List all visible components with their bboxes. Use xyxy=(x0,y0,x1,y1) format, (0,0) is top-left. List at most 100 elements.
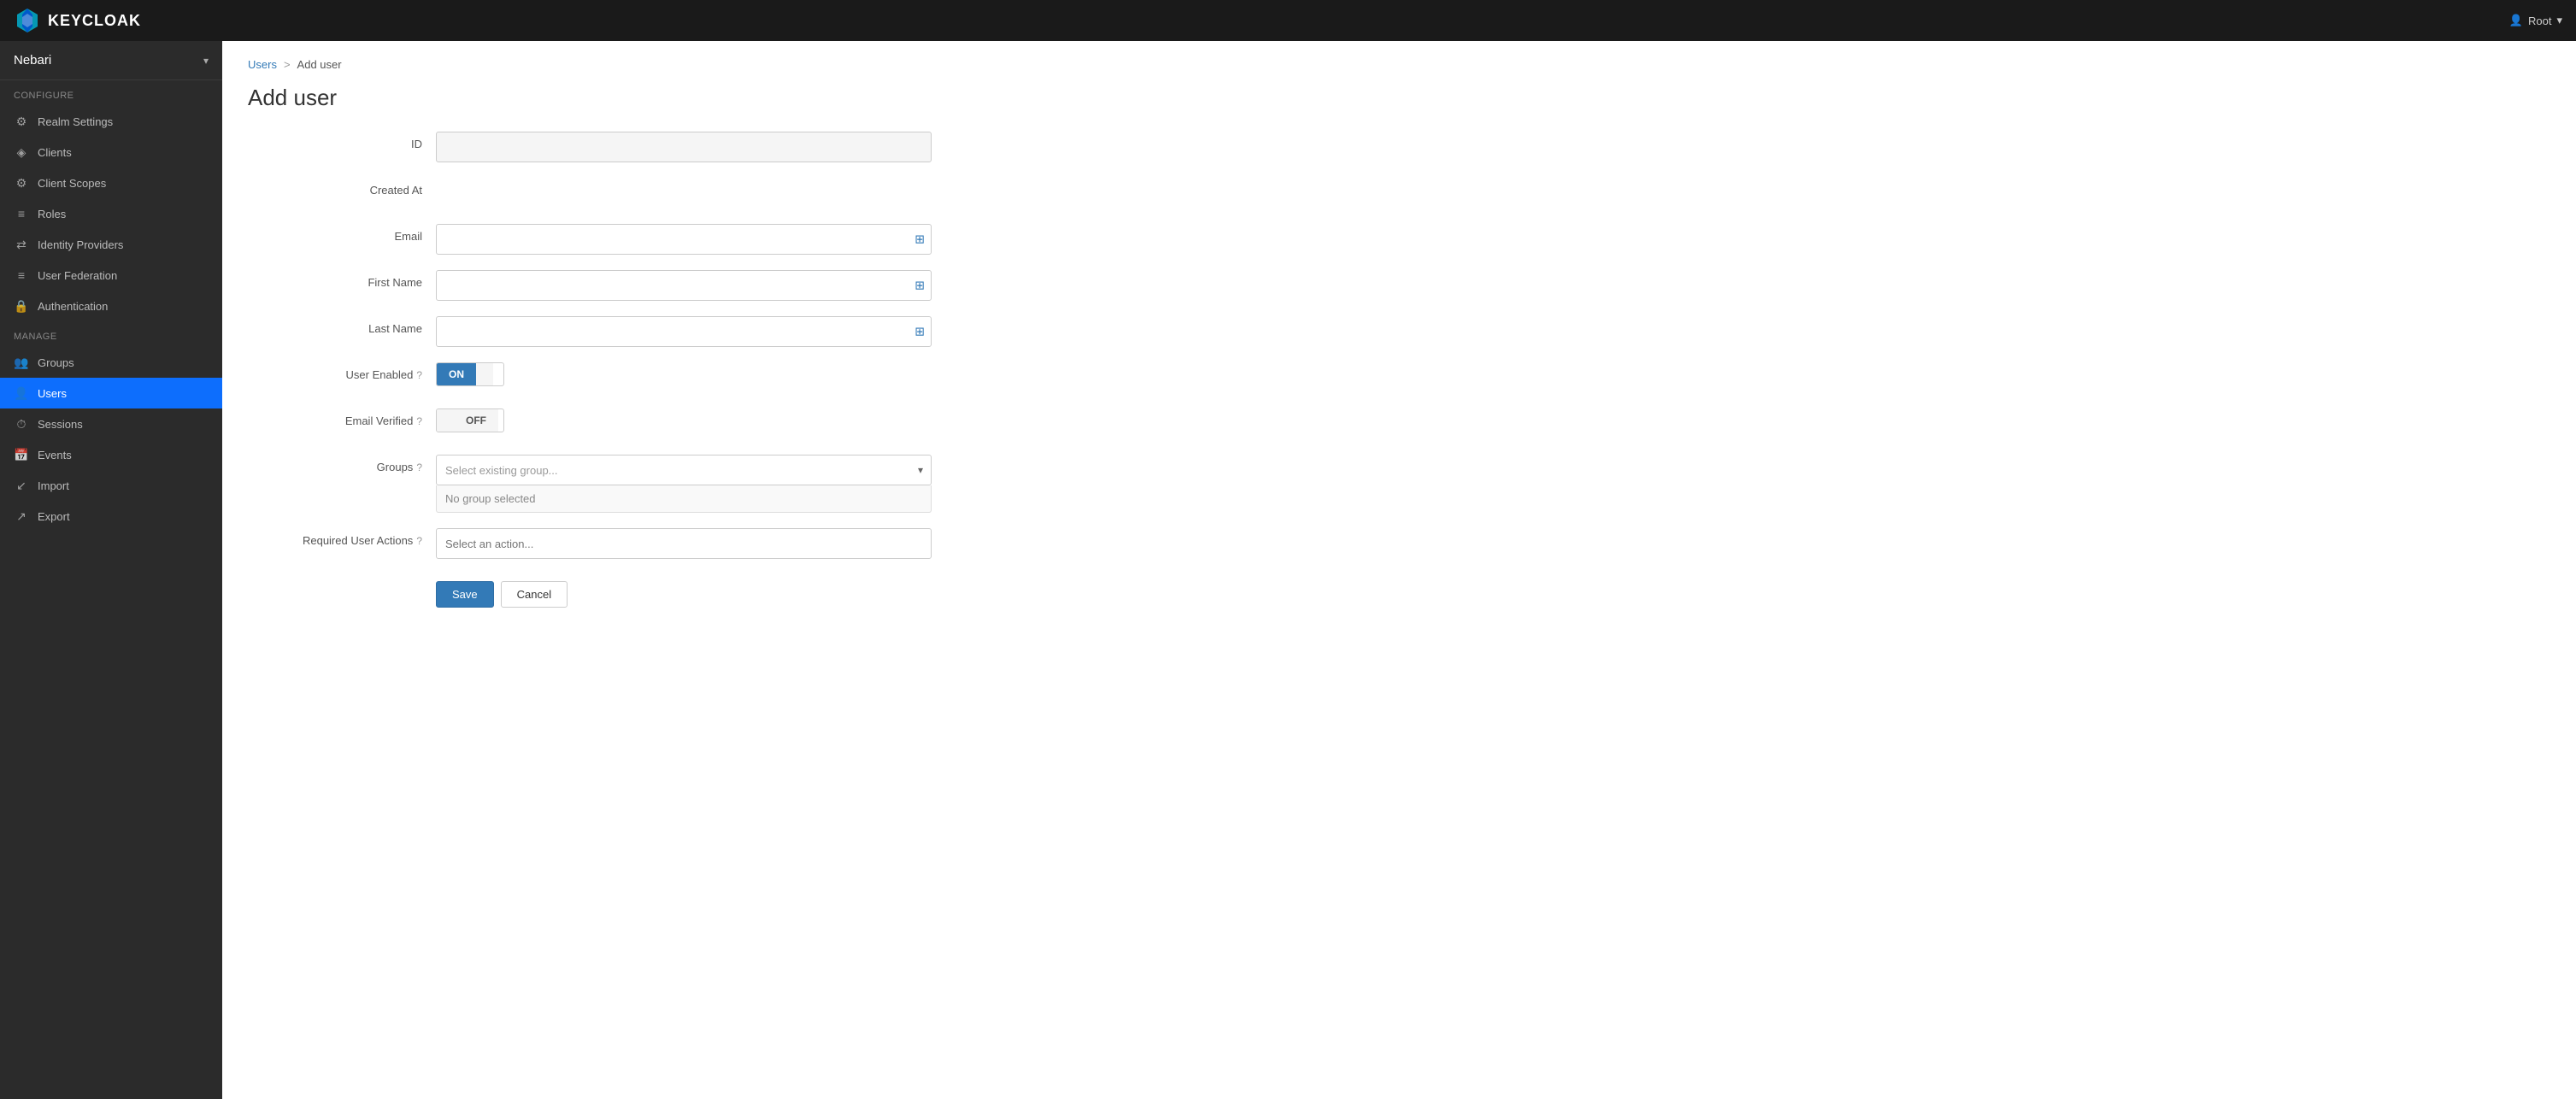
form-row-email-verified: Email Verified ? OFF xyxy=(248,408,932,439)
first-name-edit-icon: ⊞ xyxy=(915,279,925,293)
users-icon: 👤 xyxy=(14,385,29,401)
user-federation-icon: ≡ xyxy=(14,267,29,283)
id-input[interactable] xyxy=(436,132,932,162)
form-row-groups: Groups ? Select existing group... ▾ No g… xyxy=(248,455,932,513)
form-row-buttons: Save Cancel xyxy=(248,574,932,608)
sidebar-item-groups[interactable]: 👥 Groups xyxy=(0,347,222,378)
email-verified-toggle-wrap: OFF xyxy=(436,408,932,432)
sidebar-item-label: Roles xyxy=(38,208,66,220)
import-icon: ↙ xyxy=(14,478,29,493)
breadcrumb-users-link[interactable]: Users xyxy=(248,58,277,71)
sidebar-item-identity-providers[interactable]: ⇄ Identity Providers xyxy=(0,229,222,260)
sidebar-item-label: Import xyxy=(38,479,69,492)
breadcrumb-separator: > xyxy=(284,58,291,71)
user-enabled-toggle[interactable]: ON xyxy=(436,362,504,386)
sidebar: Nebari ▾ Configure ⚙ Realm Settings ◈ Cl… xyxy=(0,41,222,1099)
sidebar-item-users[interactable]: 👤 Users xyxy=(0,378,222,408)
navbar-user-menu[interactable]: 👤 Root ▾ xyxy=(2509,14,2562,27)
toggle-off-side xyxy=(476,363,493,385)
groups-icon: 👥 xyxy=(14,355,29,370)
user-enabled-help-icon[interactable]: ? xyxy=(416,369,422,381)
id-field-wrap xyxy=(436,132,932,162)
required-actions-help-icon[interactable]: ? xyxy=(416,535,422,547)
sidebar-item-import[interactable]: ↙ Import xyxy=(0,470,222,501)
user-enabled-toggle-wrap: ON xyxy=(436,362,932,386)
email-verified-help-icon[interactable]: ? xyxy=(416,415,422,427)
roles-icon: ≡ xyxy=(14,206,29,221)
groups-select[interactable]: Select existing group... xyxy=(436,455,932,485)
toggle-off-button[interactable]: OFF xyxy=(454,409,498,432)
form-row-id: ID xyxy=(248,132,932,162)
configure-section-label: Configure xyxy=(0,80,222,106)
add-user-form: ID Created At Email xyxy=(248,132,932,608)
keycloak-logo-icon xyxy=(14,7,41,34)
created-at-label: Created At xyxy=(248,178,436,197)
required-actions-input[interactable] xyxy=(436,528,932,559)
sidebar-item-realm-settings[interactable]: ⚙ Realm Settings xyxy=(0,106,222,137)
groups-label: Groups ? xyxy=(248,455,436,473)
first-name-input[interactable] xyxy=(436,270,932,301)
realm-name: Nebari xyxy=(14,53,51,68)
save-button[interactable]: Save xyxy=(436,581,494,608)
form-row-required-actions: Required User Actions ? xyxy=(248,528,932,559)
realm-selector[interactable]: Nebari ▾ xyxy=(0,41,222,80)
sidebar-item-label: Users xyxy=(38,387,67,400)
user-enabled-label: User Enabled ? xyxy=(248,362,436,381)
content-area: Users > Add user Add user ID Created At xyxy=(222,41,2576,1099)
navbar-chevron-icon: ▾ xyxy=(2556,14,2562,27)
form-row-created-at: Created At xyxy=(248,178,932,209)
last-name-input[interactable] xyxy=(436,316,932,347)
events-icon: 📅 xyxy=(14,447,29,462)
user-icon: 👤 xyxy=(2509,14,2523,27)
required-actions-field-wrap xyxy=(436,528,932,559)
sidebar-item-label: Export xyxy=(38,510,70,523)
first-name-field-wrap: ⊞ xyxy=(436,270,932,301)
id-label: ID xyxy=(248,132,436,150)
sidebar-item-label: Groups xyxy=(38,356,74,369)
sidebar-item-label: Client Scopes xyxy=(38,177,106,190)
sidebar-item-roles[interactable]: ≡ Roles xyxy=(0,198,222,229)
no-group-selected-text: No group selected xyxy=(436,485,932,513)
sidebar-item-label: User Federation xyxy=(38,269,117,282)
clients-icon: ◈ xyxy=(14,144,29,160)
cancel-button[interactable]: Cancel xyxy=(501,581,568,608)
sidebar-item-sessions[interactable]: ⏱ Sessions xyxy=(0,408,222,439)
toggle-on-button[interactable]: ON xyxy=(437,363,476,385)
identity-providers-icon: ⇄ xyxy=(14,237,29,252)
sidebar-item-client-scopes[interactable]: ⚙ Client Scopes xyxy=(0,167,222,198)
client-scopes-icon: ⚙ xyxy=(14,175,29,191)
breadcrumb: Users > Add user xyxy=(248,58,2550,71)
last-name-field-wrap: ⊞ xyxy=(436,316,932,347)
email-label: Email xyxy=(248,224,436,243)
sidebar-item-authentication[interactable]: 🔒 Authentication xyxy=(0,291,222,321)
groups-help-icon[interactable]: ? xyxy=(416,461,422,473)
page-title: Add user xyxy=(248,85,2550,111)
breadcrumb-current: Add user xyxy=(297,58,342,71)
navbar: KEYCLOAK 👤 Root ▾ xyxy=(0,0,2576,41)
form-row-email: Email ⊞ xyxy=(248,224,932,255)
email-verified-toggle[interactable]: OFF xyxy=(436,408,504,432)
form-row-user-enabled: User Enabled ? ON xyxy=(248,362,932,393)
authentication-icon: 🔒 xyxy=(14,298,29,314)
manage-section-label: Manage xyxy=(0,321,222,347)
sidebar-item-label: Authentication xyxy=(38,300,108,313)
sidebar-item-label: Realm Settings xyxy=(38,115,113,128)
buttons-wrap: Save Cancel xyxy=(436,574,932,608)
form-row-first-name: First Name ⊞ xyxy=(248,270,932,301)
email-input[interactable] xyxy=(436,224,932,255)
button-row: Save Cancel xyxy=(436,581,932,608)
sidebar-item-export[interactable]: ↗ Export xyxy=(0,501,222,532)
groups-field-wrap: Select existing group... ▾ No group sele… xyxy=(436,455,932,513)
sidebar-item-label: Identity Providers xyxy=(38,238,123,251)
sidebar-item-label: Sessions xyxy=(38,418,83,431)
sidebar-item-label: Clients xyxy=(38,146,72,159)
sidebar-item-events[interactable]: 📅 Events xyxy=(0,439,222,470)
email-edit-icon: ⊞ xyxy=(915,232,925,247)
sidebar-item-clients[interactable]: ◈ Clients xyxy=(0,137,222,167)
navbar-user-label: Root xyxy=(2528,15,2551,27)
sidebar-item-user-federation[interactable]: ≡ User Federation xyxy=(0,260,222,291)
realm-settings-icon: ⚙ xyxy=(14,114,29,129)
form-row-last-name: Last Name ⊞ xyxy=(248,316,932,347)
first-name-label: First Name xyxy=(248,270,436,289)
navbar-brand-text: KEYCLOAK xyxy=(48,12,141,30)
